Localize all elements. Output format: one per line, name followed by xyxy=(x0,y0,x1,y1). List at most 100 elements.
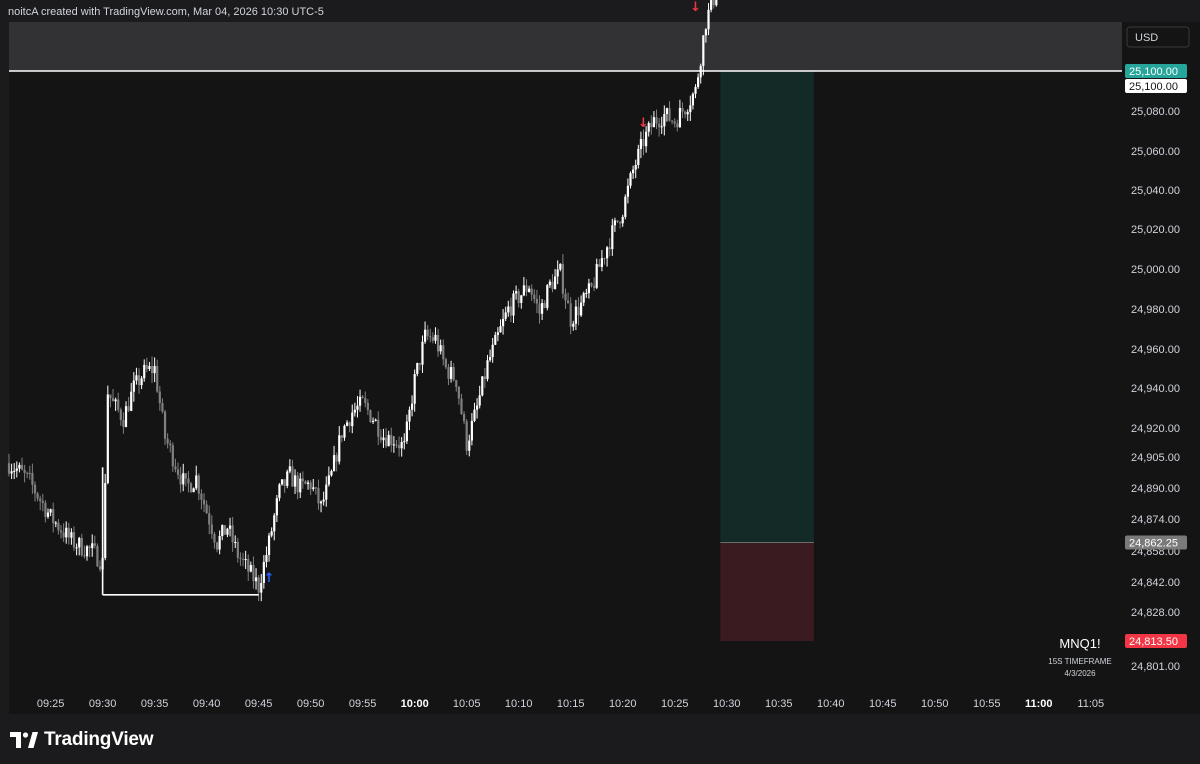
candle-body xyxy=(600,258,604,267)
price-tick-label: 24,905.00 xyxy=(1131,452,1180,464)
candle-body xyxy=(20,464,24,470)
candle-body xyxy=(676,123,679,128)
candle-body xyxy=(241,558,245,560)
candle xyxy=(104,473,107,561)
candle xyxy=(223,525,226,535)
price-tick-label: 25,080.00 xyxy=(1131,106,1180,118)
candle-body xyxy=(707,9,710,30)
candle-body xyxy=(704,29,708,36)
candle-body xyxy=(348,422,351,427)
candle-body xyxy=(179,474,182,485)
symbol-info: MNQ1! 15S TIMEFRAME 4/3/2026 xyxy=(1030,636,1130,678)
candle-body xyxy=(369,410,372,423)
candle-body xyxy=(286,471,289,486)
candle-body xyxy=(540,303,544,314)
candle-body xyxy=(663,114,666,127)
currency-label: USD xyxy=(1135,32,1158,44)
candle-body xyxy=(62,532,65,538)
candle-body xyxy=(655,117,658,124)
candle xyxy=(189,481,193,493)
candle-body xyxy=(483,376,486,380)
candle-body xyxy=(345,422,349,426)
candle-body xyxy=(93,543,96,546)
candle-body xyxy=(475,405,479,410)
stop-zone[interactable] xyxy=(720,542,814,642)
candle-body xyxy=(65,527,68,538)
candle-body xyxy=(78,537,81,548)
candle-body xyxy=(106,394,109,484)
candle-body xyxy=(98,566,102,570)
candle xyxy=(712,0,715,9)
candle-body xyxy=(96,545,99,567)
target-zone[interactable] xyxy=(720,71,814,543)
candle-body xyxy=(205,504,208,514)
candle-body xyxy=(109,394,112,399)
candle-body xyxy=(18,464,21,469)
candle-body xyxy=(517,291,520,304)
candle-body xyxy=(169,443,172,446)
candle-body xyxy=(13,470,16,472)
candle-body xyxy=(145,364,148,370)
candle-body xyxy=(611,225,614,250)
candle-body xyxy=(520,295,523,304)
candle-body xyxy=(59,530,63,533)
candle-body xyxy=(135,375,138,381)
candle-body xyxy=(275,498,278,516)
candle-body xyxy=(221,525,224,537)
price-tick-label: 24,960.00 xyxy=(1131,344,1180,356)
candle-body xyxy=(148,366,151,370)
price-chart[interactable]: ↑ ↓ ↓ 25,080.00 25,060.00 25,040.00 25,020.00… xyxy=(0,0,1200,764)
candle-body xyxy=(197,475,200,494)
price-tick-label: 25,040.00 xyxy=(1131,185,1180,197)
candle-body xyxy=(488,357,492,361)
candle-body xyxy=(606,247,609,259)
candle-body xyxy=(499,326,502,333)
candle-body xyxy=(257,577,260,593)
candle xyxy=(710,0,713,13)
candle xyxy=(715,0,718,7)
candle-body xyxy=(574,306,578,324)
price-badge-green: 25,100.00 xyxy=(1125,64,1187,78)
candle-body xyxy=(504,312,507,319)
candle-body xyxy=(153,365,156,374)
candle-body xyxy=(52,509,55,524)
price-tick-label: 25,020.00 xyxy=(1131,224,1180,236)
candle-body xyxy=(572,323,575,327)
candle-body xyxy=(228,525,232,529)
candle-body xyxy=(280,479,284,485)
candle-body xyxy=(174,466,177,470)
candle xyxy=(465,419,468,456)
price-tick-label: 24,890.00 xyxy=(1131,483,1180,495)
candle-body xyxy=(543,303,546,308)
candle-body xyxy=(150,366,154,374)
candle-body xyxy=(694,86,697,94)
candle-body xyxy=(665,108,669,115)
candle-body xyxy=(296,475,299,493)
chart-pane[interactable] xyxy=(9,22,1122,714)
candle-body xyxy=(267,535,271,556)
candle-body xyxy=(626,185,630,197)
candle-body xyxy=(473,409,476,421)
candle-body xyxy=(465,421,468,451)
candle-body xyxy=(223,525,226,535)
candle-body xyxy=(595,264,598,288)
candle-body xyxy=(137,375,141,386)
candle-body xyxy=(449,367,453,379)
candle-body xyxy=(140,378,143,386)
candle-body xyxy=(236,541,239,558)
price-badge-gray: 24,862.25 xyxy=(1125,535,1187,550)
candle-body xyxy=(119,409,122,421)
candle-body xyxy=(85,546,89,557)
candle-body xyxy=(598,264,601,267)
candle-body xyxy=(431,337,434,341)
candle-body xyxy=(619,221,622,224)
candle-body xyxy=(366,402,369,411)
time-tick-label: 10:35 xyxy=(765,698,793,710)
candle-body xyxy=(192,488,195,493)
candle-body xyxy=(486,360,489,380)
candle-body xyxy=(494,334,497,345)
candle-body xyxy=(361,396,364,398)
candle-body xyxy=(364,397,367,403)
tradingview-logo[interactable]: TradingView xyxy=(10,728,154,752)
candle-body xyxy=(195,475,198,489)
